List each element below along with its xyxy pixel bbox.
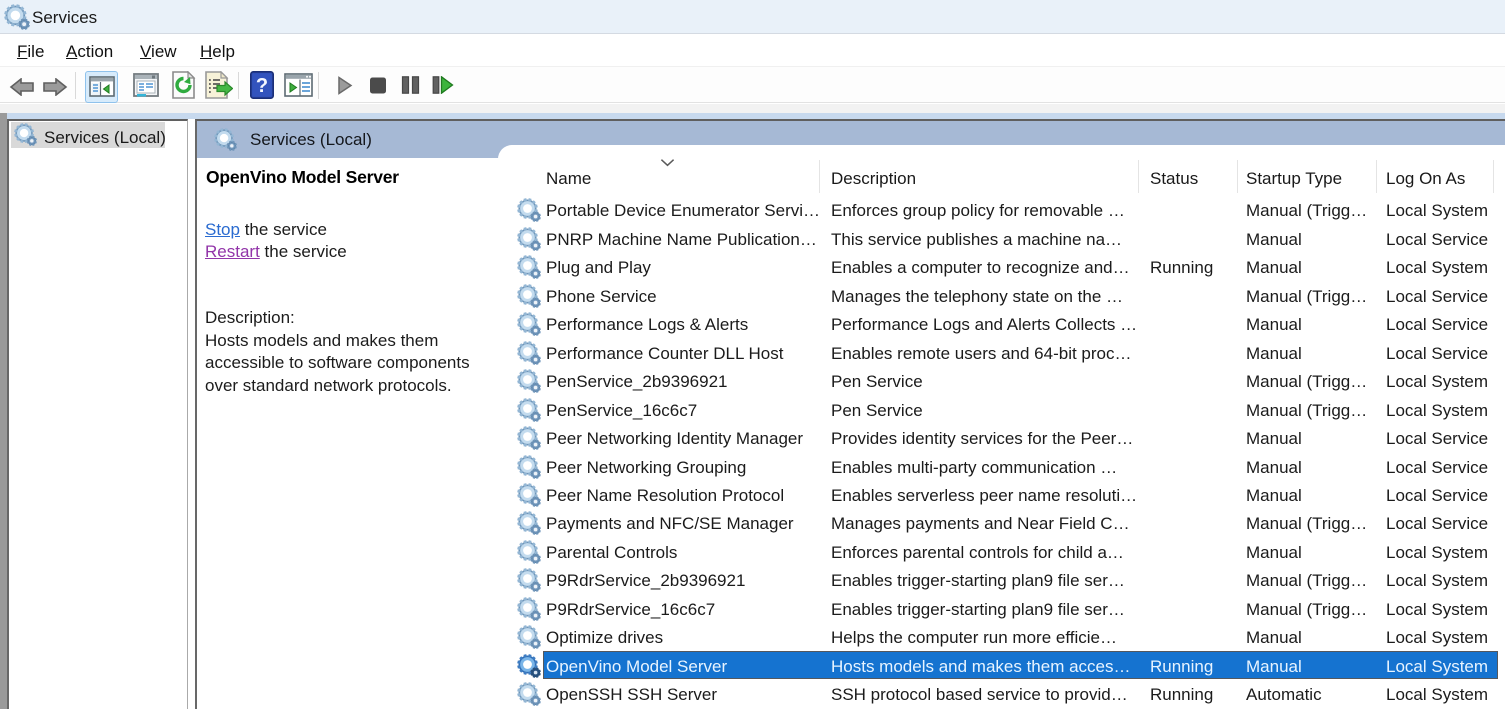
svg-text:?: ? <box>256 75 268 97</box>
